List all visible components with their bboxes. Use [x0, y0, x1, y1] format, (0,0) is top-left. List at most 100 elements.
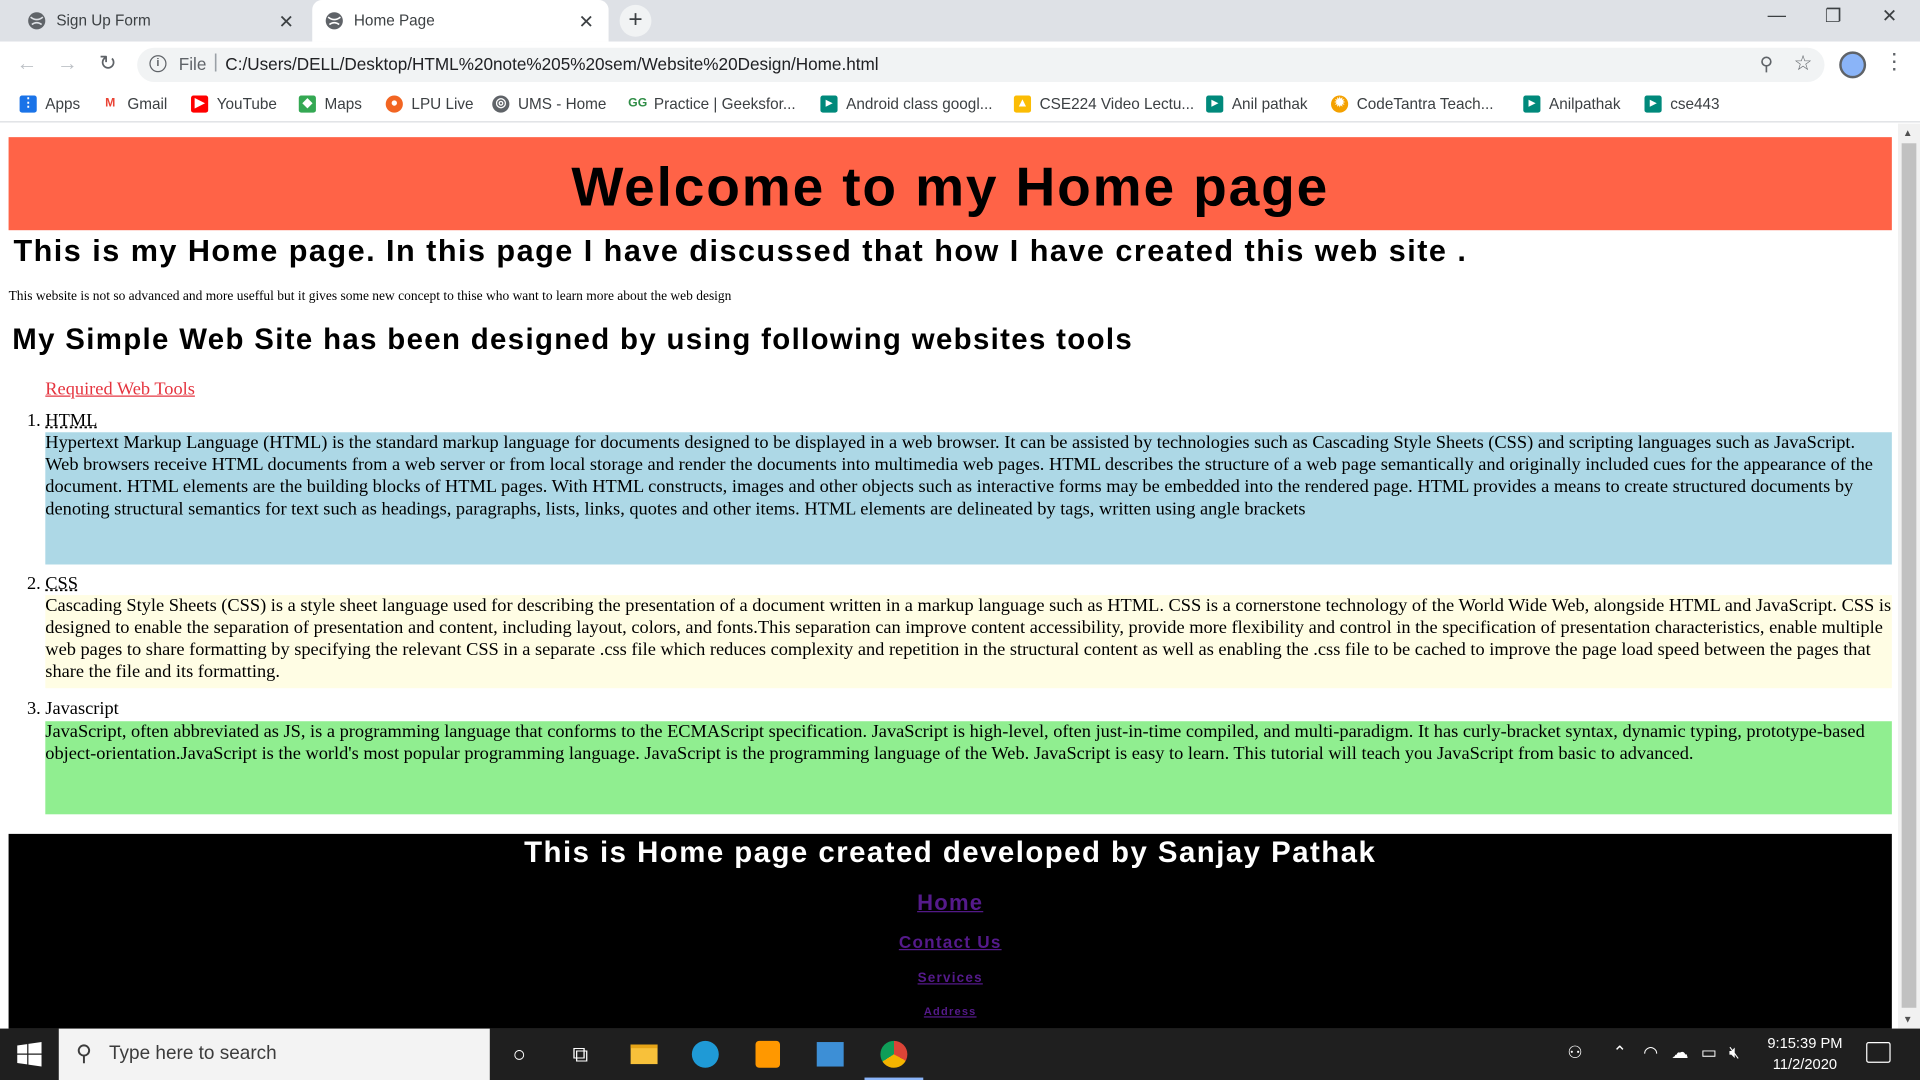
meet-icon: ▸	[1523, 95, 1541, 113]
footer-link-address[interactable]: Address	[9, 1005, 1892, 1017]
apps-grid-icon: ⋮	[19, 95, 37, 113]
page-banner: Welcome to my Home page	[8, 137, 1892, 231]
page-subheading: This is my Home page. In this page I hav…	[13, 233, 1468, 269]
tool-title-html: HTML	[45, 411, 98, 432]
bookmark-label: Android class googl...	[846, 95, 993, 113]
footer-link-contact-us[interactable]: Contact Us	[9, 932, 1892, 952]
bookmark-maps[interactable]: ◆ Maps	[298, 95, 362, 113]
bookmark-codetantra[interactable]: ✹ CodeTantra Teach...	[1331, 95, 1494, 113]
footer-link-home[interactable]: Home	[9, 890, 1892, 916]
tab-home-page[interactable]: Home Page ✕	[312, 0, 609, 42]
clock-date: 11/2/2020	[1772, 1055, 1838, 1073]
forward-arrow-icon[interactable]: →	[54, 51, 81, 75]
close-tab-icon[interactable]: ✕	[578, 11, 593, 33]
browser-toolbar: ← → ↻ i File | C:/Users/DELL/Desktop/HTM…	[0, 41, 1920, 89]
taskbar-clock[interactable]: 9:15:39 PM 11/2/2020	[1753, 1033, 1856, 1075]
windows-start-icon[interactable]	[17, 1042, 42, 1067]
reload-icon[interactable]: ↻	[94, 51, 121, 75]
bookmark-anil-pathak[interactable]: ▸ Anil pathak	[1206, 95, 1308, 113]
maximize-icon[interactable]: ❐	[1805, 5, 1861, 27]
back-arrow-icon[interactable]: ←	[13, 51, 40, 75]
scroll-down-arrow-icon[interactable]: ▼	[1903, 1014, 1913, 1025]
onedrive-cloud-icon[interactable]: ☁	[1671, 1042, 1688, 1063]
task-view-icon[interactable]: ⧉	[563, 1037, 597, 1071]
battery-icon[interactable]: ▭	[1701, 1042, 1717, 1063]
page-footer: This is Home page created developed by S…	[8, 833, 1892, 1029]
tools-heading: My Simple Web Site has been designed by …	[12, 323, 1134, 357]
speaker-muted-icon[interactable]: 🔇︎	[1729, 1042, 1740, 1063]
bookmark-android-class[interactable]: ▸ Android class googl...	[820, 95, 993, 113]
wifi-icon[interactable]: ◠	[1643, 1042, 1658, 1063]
page-viewport[interactable]: Welcome to my Home page This is my Home …	[0, 123, 1898, 1029]
bookmark-cse443[interactable]: ▸ cse443	[1644, 95, 1720, 113]
gmail-icon: M	[101, 95, 119, 113]
close-window-icon[interactable]: ✕	[1861, 5, 1917, 27]
profile-avatar[interactable]	[1839, 51, 1867, 79]
meet-icon: ▸	[1644, 95, 1662, 113]
address-bar[interactable]: i File | C:/Users/DELL/Desktop/HTML%20no…	[137, 47, 1825, 83]
bookmark-geeksforgeeks[interactable]: GG Practice | Geeksfor...	[628, 95, 796, 113]
list-number: 3.	[26, 699, 41, 719]
bookmark-label: CodeTantra Teach...	[1356, 95, 1494, 113]
tab-strip: Sign Up Form ✕ Home Page ✕ + — ❐ ✕	[0, 0, 1920, 42]
bookmark-youtube[interactable]: ▶ YouTube	[191, 95, 277, 113]
intro-paragraph: This website is not so advanced and more…	[8, 288, 732, 304]
file-explorer-icon[interactable]	[627, 1037, 661, 1071]
chrome-icon[interactable]	[864, 1037, 924, 1080]
bookmark-label: cse443	[1670, 95, 1720, 113]
drive-icon: ▲	[1013, 95, 1032, 113]
bookmark-label: UMS - Home	[517, 95, 607, 113]
scroll-up-arrow-icon[interactable]: ▲	[1903, 127, 1913, 138]
footer-link-services[interactable]: Services	[9, 971, 1892, 986]
url-scheme: File	[178, 53, 207, 74]
cortana-icon[interactable]: ○	[502, 1037, 536, 1071]
edge-icon[interactable]	[688, 1037, 722, 1071]
info-icon[interactable]: i	[149, 55, 167, 73]
show-hidden-icons-chevron-icon[interactable]: ⌃	[1613, 1042, 1627, 1063]
bookmark-star-icon[interactable]: ☆	[1794, 51, 1813, 75]
lpu-live-icon: ●	[385, 95, 403, 113]
globe-icon: ◎	[492, 95, 510, 113]
search-placeholder: Type here to search	[108, 1043, 277, 1065]
tab-title: Sign Up Form	[56, 12, 151, 30]
url-text[interactable]: C:/Users/DELL/Desktop/HTML%20note%205%20…	[225, 54, 878, 74]
tool-description-javascript: JavaScript, often abbreviated as JS, is …	[45, 721, 1892, 815]
bookmark-label: LPU Live	[411, 95, 474, 113]
taskbar-search-box[interactable]: ⚲ Type here to search	[58, 1028, 490, 1080]
bookmark-label: Anil pathak	[1231, 95, 1308, 113]
tab-title: Home Page	[353, 12, 435, 30]
meet-icon: ▸	[1206, 95, 1224, 113]
search-icon: ⚲	[75, 1040, 93, 1066]
bookmark-ums-home[interactable]: ◎ UMS - Home	[492, 95, 607, 113]
people-icon[interactable]: ⚇	[1567, 1042, 1582, 1063]
sublime-text-icon[interactable]	[751, 1037, 785, 1071]
minimize-icon[interactable]: —	[1749, 5, 1805, 26]
bookmark-label: Apps	[45, 95, 81, 113]
zoom-icon[interactable]: ⚲	[1760, 53, 1773, 75]
required-web-tools-link[interactable]: Required Web Tools	[45, 380, 195, 401]
codetantra-icon: ✹	[1331, 95, 1349, 113]
bookmark-anilpathak[interactable]: ▸ Anilpathak	[1523, 95, 1621, 113]
footer-title: This is Home page created developed by S…	[524, 836, 1377, 870]
bookmark-lpu-live[interactable]: ● LPU Live	[385, 95, 474, 113]
close-tab-icon[interactable]: ✕	[278, 11, 293, 33]
list-number: 2.	[26, 574, 41, 594]
bookmark-label: YouTube	[216, 95, 277, 113]
maps-icon: ◆	[298, 95, 316, 113]
windows-taskbar: ⚲ Type here to search ○ ⧉ ⚇ ⌃ ◠ ☁ ▭ 🔇︎ 9…	[0, 1028, 1920, 1080]
notifications-icon[interactable]	[1866, 1042, 1891, 1063]
youtube-icon: ▶	[191, 95, 209, 113]
bookmark-cse224[interactable]: ▲ CSE224 Video Lectu...	[1013, 95, 1194, 113]
page-scrollbar[interactable]: ▲ ▼	[1897, 123, 1920, 1029]
scrollbar-thumb[interactable]	[1901, 143, 1917, 1008]
bookmark-gmail[interactable]: M Gmail	[101, 95, 167, 113]
new-tab-button[interactable]: +	[619, 4, 652, 37]
tool-description-html: Hypertext Markup Language (HTML) is the …	[45, 432, 1892, 565]
tab-sign-up-form[interactable]: Sign Up Form ✕	[0, 0, 309, 42]
menu-kebab-icon[interactable]: ⋮	[1883, 49, 1905, 75]
list-number: 1.	[26, 411, 41, 432]
globe-icon	[325, 12, 343, 30]
bookmark-label: Anilpathak	[1548, 95, 1621, 113]
photos-icon[interactable]	[813, 1037, 847, 1071]
bookmark-apps[interactable]: ⋮ Apps	[19, 95, 81, 113]
